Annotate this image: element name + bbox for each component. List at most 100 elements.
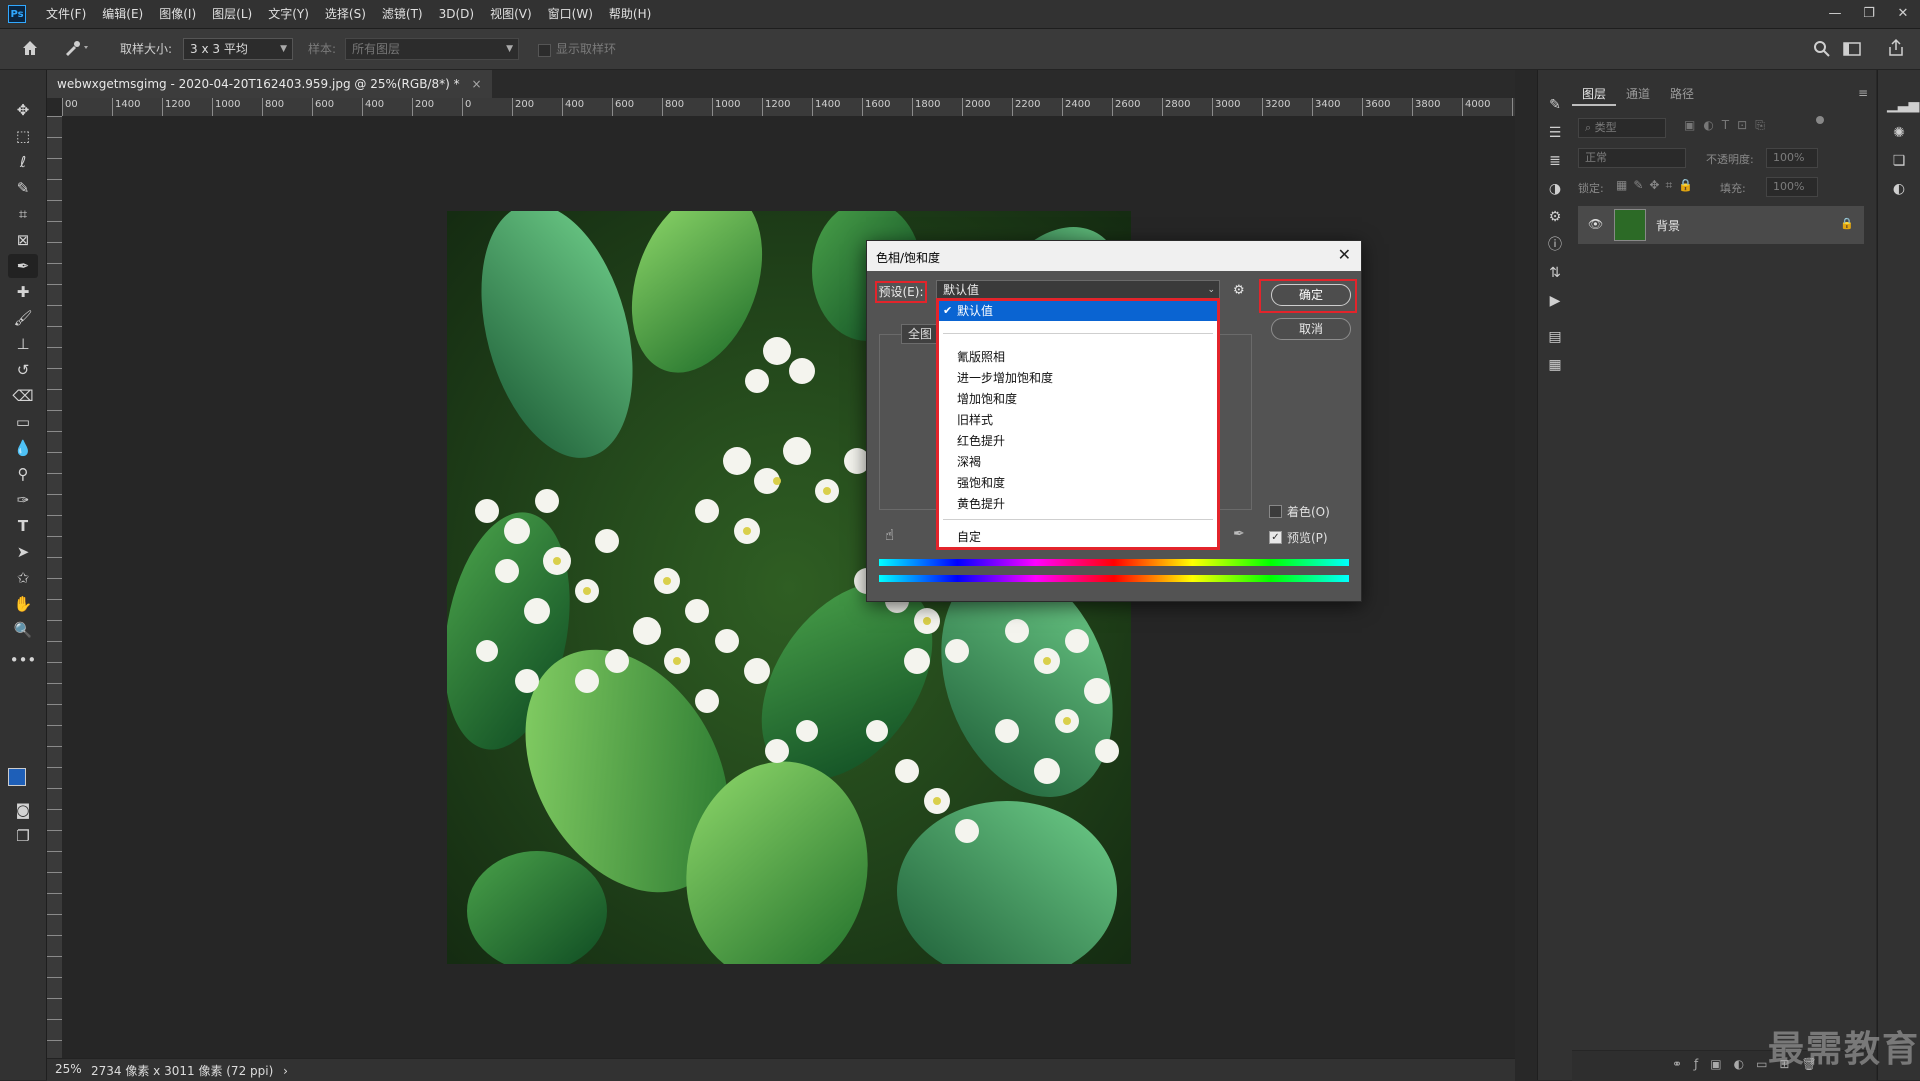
properties-icon[interactable]: ≣: [1543, 150, 1567, 172]
layer-kind-filter[interactable]: ⌕ 类型: [1578, 118, 1666, 138]
tab-paths[interactable]: 路径: [1660, 82, 1704, 106]
path-selection-tool-icon[interactable]: ➤: [8, 540, 38, 564]
color-icon[interactable]: ◑: [1543, 178, 1567, 200]
crop-tool-icon[interactable]: ⌗: [8, 202, 38, 226]
preset-select[interactable]: 默认值 ⌄: [936, 280, 1220, 300]
menu-select[interactable]: 选择(S): [317, 0, 374, 28]
menu-image[interactable]: 图像(I): [151, 0, 204, 28]
notes-icon[interactable]: ▦: [1543, 354, 1567, 376]
move-tool-icon[interactable]: ✥: [8, 98, 38, 122]
pen-tool-icon[interactable]: ✑: [8, 488, 38, 512]
on-image-adjust-hand-icon[interactable]: ☝: [885, 526, 894, 544]
screen-mode-icon[interactable]: ❐: [8, 824, 38, 848]
restore-button[interactable]: ❐: [1852, 0, 1886, 28]
blend-mode-select[interactable]: 正常: [1578, 148, 1686, 168]
preset-option-sepia[interactable]: 深褐: [957, 453, 981, 470]
foreground-color-swatch[interactable]: [8, 768, 26, 786]
menu-window[interactable]: 窗口(W): [540, 0, 601, 28]
libraries-icon[interactable]: ❏: [1887, 150, 1911, 172]
adjustments-sliders-icon[interactable]: ☰: [1543, 122, 1567, 144]
colorize-checkbox[interactable]: [1269, 505, 1282, 518]
channel-select[interactable]: 全图: [901, 324, 941, 344]
eraser-tool-icon[interactable]: ⌫: [8, 384, 38, 408]
preset-option-default[interactable]: 默认值: [939, 301, 1217, 321]
tab-layers[interactable]: 图层: [1572, 82, 1617, 106]
adjustments-icon[interactable]: ◐: [1887, 178, 1911, 200]
layer-filter-icons[interactable]: ▣◐T⊡⎘: [1684, 118, 1773, 133]
tab-channels[interactable]: 通道: [1616, 82, 1660, 106]
menu-layer[interactable]: 图层(L): [204, 0, 260, 28]
sample-size-select[interactable]: 3 x 3 平均 ▼: [183, 38, 293, 60]
histogram-icon[interactable]: ▁▃▅: [1887, 94, 1919, 116]
eye-visibility-icon[interactable]: 👁: [1588, 217, 1603, 231]
character-icon[interactable]: ⚙: [1543, 206, 1567, 228]
preset-option-increase-saturation[interactable]: 增加饱和度: [957, 390, 1017, 407]
healing-brush-tool-icon[interactable]: ✚: [8, 280, 38, 304]
more-tools-icon[interactable]: •••: [8, 648, 38, 672]
quick-mask-icon[interactable]: ◙: [8, 798, 38, 822]
dialog-title-bar[interactable]: 色相/饱和度 ✕: [867, 241, 1361, 271]
sample-layers-select[interactable]: 所有图层 ▼: [345, 38, 519, 60]
preset-option-custom[interactable]: 自定: [957, 528, 981, 545]
menu-3d[interactable]: 3D(D): [431, 0, 482, 28]
preset-option-yellow-boost[interactable]: 黄色提升: [957, 495, 1005, 512]
clone-stamp-tool-icon[interactable]: ⊥: [8, 332, 38, 356]
menu-filter[interactable]: 滤镜(T): [374, 0, 431, 28]
gear-icon[interactable]: ⚙: [1233, 283, 1245, 298]
opacity-field[interactable]: 100%: [1766, 148, 1818, 168]
menu-file[interactable]: 文件(F): [38, 0, 94, 28]
lasso-tool-icon[interactable]: ℓ: [8, 150, 38, 174]
blur-tool-icon[interactable]: 💧: [8, 436, 38, 460]
eyedropper-icon[interactable]: ✒: [1233, 526, 1245, 542]
frame-tool-icon[interactable]: ⊠: [8, 228, 38, 252]
minimize-button[interactable]: —: [1818, 0, 1852, 28]
eyedropper-tool-icon[interactable]: ✒: [8, 254, 38, 278]
zoom-tool-icon[interactable]: 🔍: [8, 618, 38, 642]
share-icon[interactable]: [1886, 38, 1906, 61]
menu-help[interactable]: 帮助(H): [601, 0, 659, 28]
workspace-icon[interactable]: [1842, 39, 1862, 62]
shape-tool-icon[interactable]: ✩: [8, 566, 38, 590]
hand-tool-icon[interactable]: ✋: [8, 592, 38, 616]
panel-menu-icon[interactable]: ≡: [1858, 86, 1868, 100]
preset-option-strong-saturation[interactable]: 强饱和度: [957, 474, 1005, 491]
eyedropper-tool-preset-icon[interactable]: [62, 38, 92, 61]
colorize-label[interactable]: 着色(O): [1287, 503, 1330, 520]
menu-edit[interactable]: 编辑(E): [94, 0, 151, 28]
gradient-tool-icon[interactable]: ▭: [8, 410, 38, 434]
type-tool-icon[interactable]: T: [8, 514, 38, 538]
paths-icon[interactable]: ⇅: [1543, 262, 1567, 284]
close-tab-icon[interactable]: ×: [471, 77, 481, 91]
navigator-icon[interactable]: ✺: [1887, 122, 1911, 144]
menu-type[interactable]: 文字(Y): [260, 0, 317, 28]
preset-option-old-style[interactable]: 旧样式: [957, 411, 993, 428]
quick-select-tool-icon[interactable]: ✎: [8, 176, 38, 200]
show-sampling-ring-checkbox[interactable]: [538, 44, 551, 57]
info-icon[interactable]: ⓘ: [1543, 234, 1567, 256]
history-icon[interactable]: ▤: [1543, 326, 1567, 348]
preview-label[interactable]: 预览(P): [1287, 529, 1328, 546]
lock-options-icons[interactable]: ▦✎✥⌗🔒: [1616, 178, 1699, 193]
document-tab[interactable]: webwxgetmsgimg - 2020-04-20T162403.959.j…: [47, 70, 492, 98]
brush-settings-icon[interactable]: ✎: [1543, 94, 1567, 116]
dodge-tool-icon[interactable]: ⚲: [8, 462, 38, 486]
preset-option-cyanotype[interactable]: 氰版照相: [957, 348, 1005, 365]
filter-toggle-icon[interactable]: [1816, 116, 1824, 124]
close-window-button[interactable]: ✕: [1886, 0, 1920, 28]
ok-button[interactable]: 确定: [1271, 284, 1351, 306]
history-brush-tool-icon[interactable]: ↺: [8, 358, 38, 382]
layer-row-background[interactable]: 👁 背景 🔒: [1578, 206, 1864, 244]
status-menu-arrow[interactable]: ›: [283, 1064, 288, 1078]
menu-view[interactable]: 视图(V): [482, 0, 540, 28]
preset-option-increase-saturation-more[interactable]: 进一步增加饱和度: [957, 369, 1053, 386]
home-icon[interactable]: [20, 38, 40, 61]
brush-tool-icon[interactable]: 🖌: [8, 306, 38, 330]
cancel-button[interactable]: 取消: [1271, 318, 1351, 340]
preview-checkbox[interactable]: ✓: [1269, 531, 1282, 544]
close-icon[interactable]: ✕: [1338, 245, 1351, 264]
marquee-tool-icon[interactable]: ⬚: [8, 124, 38, 148]
actions-play-icon[interactable]: ▶: [1543, 290, 1567, 312]
search-icon[interactable]: [1812, 39, 1832, 62]
zoom-level[interactable]: 25%: [55, 1062, 82, 1076]
fill-field[interactable]: 100%: [1766, 177, 1818, 197]
